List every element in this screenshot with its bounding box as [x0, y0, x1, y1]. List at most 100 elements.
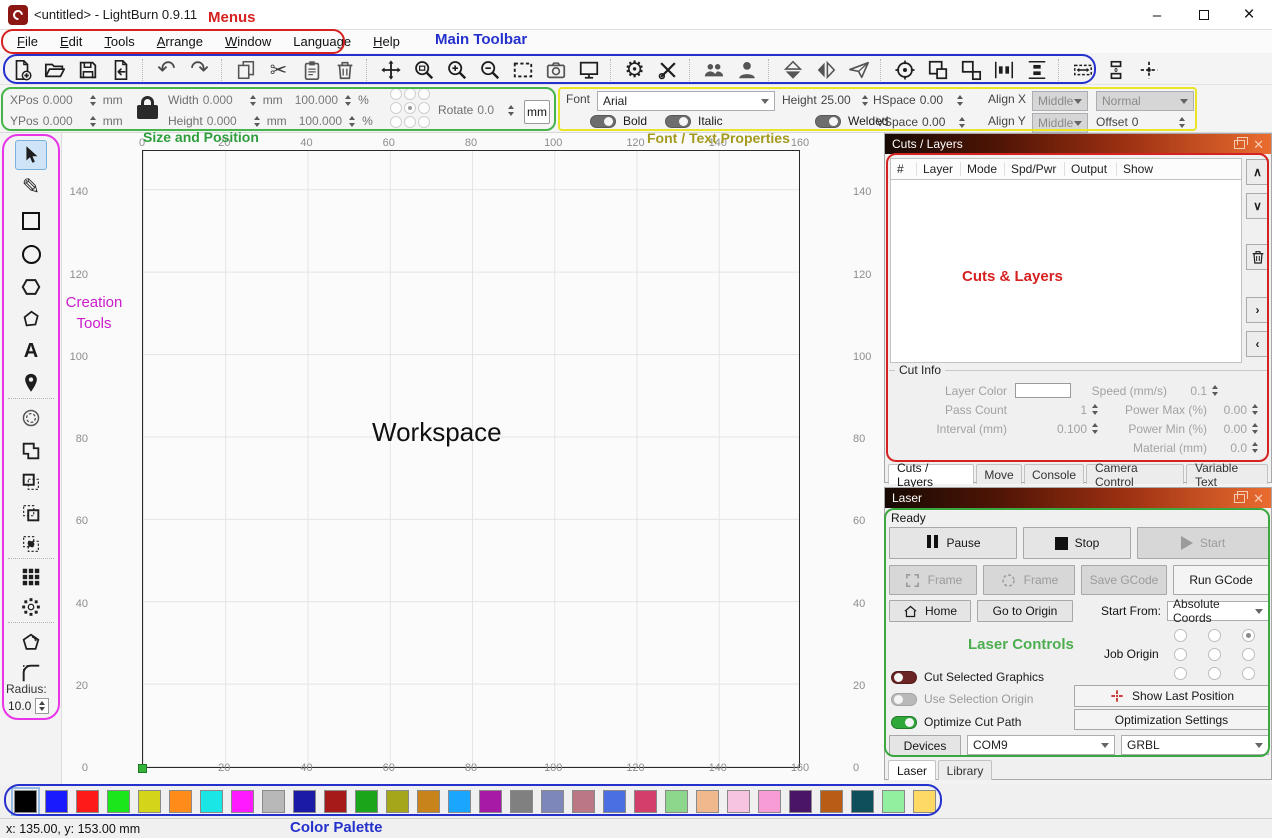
palette-swatch-28[interactable]	[882, 790, 905, 813]
vspace-field[interactable]: VSpace 0.00	[876, 114, 968, 130]
devices-button[interactable]: Devices	[889, 735, 961, 756]
tab-cuts-layers[interactable]: Cuts / Layers	[888, 464, 974, 484]
font-height-field[interactable]: Height 25.00	[782, 92, 871, 108]
maximize-button[interactable]	[1181, 0, 1227, 30]
italic-toggle-switch[interactable]	[665, 115, 691, 128]
float-panel-icon[interactable]	[1234, 494, 1245, 503]
aligny-combo[interactable]: Middle	[1032, 113, 1088, 133]
layer-left-button[interactable]: ‹	[1246, 331, 1269, 357]
start-from-combo[interactable]: Absolute Coords	[1167, 601, 1269, 621]
height-spinner[interactable]	[251, 113, 263, 129]
save-file-button[interactable]	[74, 57, 101, 83]
job-origin-top-right[interactable]	[1242, 629, 1255, 642]
close-button[interactable]: ×	[1226, 0, 1272, 30]
layer-delete-button[interactable]	[1246, 244, 1269, 270]
use-selection-origin-toggle[interactable]: Use Selection Origin	[891, 692, 1033, 706]
palette-swatch-11[interactable]	[355, 790, 378, 813]
undo-button[interactable]: ↶	[153, 57, 180, 83]
optimize-cut-path-toggle-switch[interactable]	[891, 716, 917, 729]
zoom-in-button[interactable]	[443, 57, 470, 83]
job-origin-top-center[interactable]	[1208, 629, 1221, 642]
multi-machine-button[interactable]	[700, 57, 727, 83]
job-origin-selector[interactable]	[1163, 626, 1265, 683]
zoom-to-page-button[interactable]	[410, 57, 437, 83]
grid-array-tool[interactable]	[15, 562, 47, 592]
palette-swatch-24[interactable]	[758, 790, 781, 813]
job-origin-mid-right[interactable]	[1242, 648, 1255, 661]
speed-spinner[interactable]	[1209, 383, 1221, 399]
mirror-button[interactable]	[845, 57, 872, 83]
job-origin-bottom-right[interactable]	[1242, 667, 1255, 680]
push-apart-button[interactable]	[1102, 57, 1129, 83]
palette-swatch-13[interactable]	[417, 790, 440, 813]
distribute-vertical-button[interactable]	[1023, 57, 1050, 83]
ungroup-button[interactable]	[957, 57, 984, 83]
menu-tools[interactable]: Tools	[93, 32, 145, 51]
new-file-button[interactable]	[8, 57, 35, 83]
vspace-spinner[interactable]	[956, 114, 968, 130]
palette-swatch-9[interactable]	[293, 790, 316, 813]
palette-swatch-27[interactable]	[851, 790, 874, 813]
menu-language[interactable]: Language	[282, 32, 362, 51]
import-file-button[interactable]	[107, 57, 134, 83]
palette-swatch-8[interactable]	[262, 790, 285, 813]
device-combo[interactable]: GRBL	[1121, 735, 1269, 755]
flip-horizontal-button[interactable]	[812, 57, 839, 83]
height-field[interactable]: Height 0.000 mm 100.000 %	[168, 113, 373, 129]
edit-nodes-tool[interactable]	[15, 304, 47, 334]
frame-selection-button[interactable]	[509, 57, 536, 83]
palette-swatch-21[interactable]	[665, 790, 688, 813]
font-height-spinner[interactable]	[859, 92, 871, 108]
pass-count-spinner[interactable]	[1089, 402, 1101, 418]
palette-swatch-5[interactable]	[169, 790, 192, 813]
radius-spinner[interactable]	[35, 698, 49, 714]
rectangle-tool[interactable]	[15, 206, 47, 236]
distribute-horizontal-button[interactable]	[990, 57, 1017, 83]
job-origin-bottom-left[interactable]	[1174, 667, 1187, 680]
layer-move-up-button[interactable]: ∧	[1246, 159, 1269, 185]
workspace-area[interactable]: 0204060801001201401602040608010012014016…	[62, 133, 884, 785]
palette-swatch-1[interactable]	[45, 790, 68, 813]
boolean-union-tool[interactable]	[15, 436, 47, 466]
save-gcode-button[interactable]: Save GCode	[1081, 565, 1167, 595]
palette-swatch-3[interactable]	[107, 790, 130, 813]
offset-spinner[interactable]	[1176, 114, 1188, 130]
rotate-spinner[interactable]	[505, 102, 517, 118]
anchor-point-selector[interactable]	[390, 88, 431, 129]
group-button[interactable]	[924, 57, 951, 83]
menu-window[interactable]: Window	[214, 32, 282, 51]
interval-spinner[interactable]	[1089, 421, 1101, 437]
device-settings-button[interactable]	[654, 57, 681, 83]
welded-toggle-switch[interactable]	[815, 115, 841, 128]
palette-swatch-4[interactable]	[138, 790, 161, 813]
show-last-position-button[interactable]: Show Last Position	[1074, 685, 1269, 707]
width-pct-spinner[interactable]	[342, 92, 354, 108]
palette-swatch-7[interactable]	[231, 790, 254, 813]
menu-arrange[interactable]: Arrange	[146, 32, 214, 51]
pan-view-button[interactable]	[377, 57, 404, 83]
pause-button[interactable]: Pause	[889, 527, 1017, 559]
job-origin-center[interactable]	[1208, 648, 1221, 661]
delete-button[interactable]	[331, 57, 358, 83]
resize-width-button[interactable]	[1069, 57, 1096, 83]
optimize-cut-path-toggle[interactable]: Optimize Cut Path	[891, 715, 1021, 729]
zoom-out-button[interactable]	[476, 57, 503, 83]
optimization-settings-button[interactable]: Optimization Settings	[1074, 709, 1269, 730]
alignx-combo[interactable]: Middle	[1032, 91, 1088, 111]
hspace-field[interactable]: HSpace 0.00	[873, 92, 966, 108]
width-spinner[interactable]	[247, 92, 259, 108]
cut-selected-toggle[interactable]: Cut Selected Graphics	[891, 670, 1044, 684]
tab-move[interactable]: Move	[976, 464, 1022, 484]
laser-titlebar[interactable]: Laser ✕	[885, 488, 1271, 508]
cut-selected-toggle-switch[interactable]	[891, 671, 917, 684]
xpos-spinner[interactable]	[87, 92, 99, 108]
close-panel-icon[interactable]: ✕	[1253, 492, 1264, 505]
text-style-combo[interactable]: Normal	[1096, 91, 1194, 111]
palette-swatch-15[interactable]	[479, 790, 502, 813]
palette-swatch-26[interactable]	[820, 790, 843, 813]
boolean-subtract-tool[interactable]	[15, 467, 47, 497]
boolean-difference-tool[interactable]	[15, 498, 47, 528]
units-button[interactable]: mm	[524, 100, 550, 124]
ypos-field[interactable]: YPos 0.000 mm	[10, 113, 123, 129]
open-file-button[interactable]	[41, 57, 68, 83]
